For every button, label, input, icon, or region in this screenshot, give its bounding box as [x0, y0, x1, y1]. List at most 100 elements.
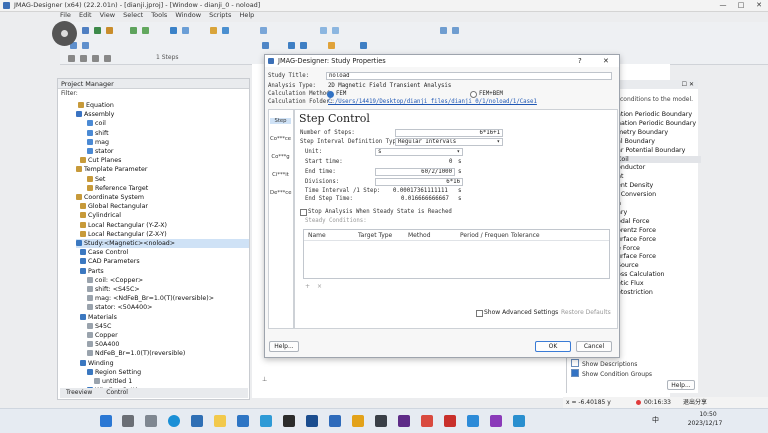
tree-item[interactable]: Reference Target	[87, 184, 148, 193]
divisions-input[interactable]: 6*16	[375, 178, 463, 186]
tree-item[interactable]: Case Control	[80, 248, 128, 257]
tree-item[interactable]: CAD Parameters	[80, 257, 140, 266]
tree-item[interactable]: stator: <50A400>	[87, 303, 152, 312]
tree-item[interactable]: Parts	[80, 267, 104, 276]
tree-item[interactable]: untitled 1	[94, 377, 132, 386]
search-icon[interactable]	[122, 415, 134, 427]
tree-item[interactable]: Local Rectangular (Z-X-Y)	[80, 230, 167, 239]
interval-type-select[interactable]: Regular Intervals ▾	[395, 138, 503, 146]
exit-share-button[interactable]: 退出分享	[683, 397, 707, 408]
pan-icon[interactable]	[452, 27, 459, 34]
run-icon[interactable]	[260, 27, 267, 34]
view-top-icon[interactable]	[332, 27, 339, 34]
remove-condition-button[interactable]: ×	[317, 283, 322, 290]
study-title-input[interactable]: noload	[326, 72, 612, 80]
tree-item[interactable]: shift: <S45C>	[87, 285, 140, 294]
condition-item[interactable]: urface Force	[617, 236, 656, 243]
input-language[interactable]: 中	[652, 415, 659, 425]
condition-item[interactable]: etic Flux	[617, 280, 644, 287]
chrome-icon[interactable]	[191, 415, 203, 427]
stop-icon[interactable]	[92, 55, 99, 62]
edge-icon[interactable]	[168, 415, 180, 427]
tree-item[interactable]: coil	[87, 119, 106, 128]
first-step-icon[interactable]	[68, 55, 75, 62]
condition-item[interactable]: ent Density	[617, 182, 653, 189]
condition-item[interactable]: metry Boundary	[617, 129, 668, 136]
tree-item[interactable]: Cut Planes	[80, 156, 121, 165]
tree-item[interactable]: S45C	[87, 322, 111, 331]
play-icon[interactable]	[104, 55, 111, 62]
explorer-icon[interactable]	[214, 415, 226, 427]
vector-icon[interactable]	[328, 42, 335, 49]
menu-edit[interactable]: Edit	[79, 11, 92, 19]
condition-item[interactable]: e Force	[617, 245, 640, 252]
category-step[interactable]: Step	[270, 118, 291, 124]
fem-radio[interactable]	[327, 91, 334, 98]
open-icon[interactable]	[94, 27, 101, 34]
num-steps-input[interactable]: 6*16+1	[395, 129, 503, 137]
filter-label[interactable]: Filter:	[58, 90, 249, 99]
clock-time[interactable]: 10:50	[688, 411, 728, 418]
task-view-icon[interactable]	[145, 415, 157, 427]
dialog-close-icon[interactable]: ✕	[603, 57, 609, 65]
tree-item[interactable]: Set	[87, 175, 105, 184]
stop-steady-checkbox[interactable]	[300, 209, 307, 216]
menu-tools[interactable]: Tools	[151, 11, 167, 19]
tab-control[interactable]: Control	[106, 389, 128, 396]
tree-item[interactable]: coil: <Copper>	[87, 276, 143, 285]
tree-item[interactable]: shift	[87, 129, 109, 138]
menu-file[interactable]: File	[60, 11, 71, 19]
contour-icon[interactable]	[300, 42, 307, 49]
start-icon[interactable]	[100, 415, 112, 427]
condition-item[interactable]: nation Periodic Boundary	[617, 120, 696, 127]
tree-item[interactable]: Cylindrical	[80, 211, 121, 220]
show-advanced-checkbox[interactable]	[476, 310, 483, 317]
zoom-icon[interactable]	[440, 27, 447, 34]
condition-item[interactable]: onductor	[617, 164, 645, 171]
app-icon-10[interactable]	[490, 415, 502, 427]
unit-select[interactable]: s ▾	[375, 148, 463, 156]
menu-scripts[interactable]: Scripts	[209, 11, 231, 19]
steady-conditions-table[interactable]: Name Target Type Method Period / Frequen…	[303, 229, 610, 279]
restore-defaults-button[interactable]: Restore Defaults	[561, 309, 611, 316]
tree-item[interactable]: Template Parameter	[76, 165, 148, 174]
condition-item[interactable]: oss Calculation	[617, 271, 665, 278]
new-icon[interactable]	[82, 27, 89, 34]
results-icon[interactable]	[262, 42, 269, 49]
femben-radio[interactable]	[470, 91, 477, 98]
store-icon[interactable]	[237, 415, 249, 427]
select-part-icon[interactable]	[82, 42, 89, 49]
prev-step-icon[interactable]	[80, 55, 87, 62]
tree-item[interactable]: Local Rectangular (Y-Z-X)	[80, 221, 167, 230]
mesh-icon[interactable]	[142, 27, 149, 34]
minimize-button[interactable]: —	[714, 0, 732, 11]
jmag-taskbar-icon[interactable]	[375, 415, 387, 427]
ok-button[interactable]: OK	[535, 341, 571, 352]
condition-item[interactable]: Coil	[611, 155, 701, 163]
add-condition-button[interactable]: +	[305, 283, 310, 290]
category-circuit[interactable]: Ci***it	[270, 172, 291, 178]
material-icon[interactable]	[182, 27, 189, 34]
condition-item[interactable]: l Conversion	[617, 191, 656, 198]
tree-item[interactable]: Study:<Magnetic><noload>	[76, 239, 249, 248]
category-convergence[interactable]: Co***ce	[270, 136, 291, 142]
app-icon-3[interactable]	[306, 415, 318, 427]
condition-item[interactable]: odal Force	[617, 218, 650, 225]
clock-date[interactable]: 2023/12/17	[680, 420, 730, 427]
app-icon-4[interactable]	[329, 415, 341, 427]
app-icon-6[interactable]	[398, 415, 410, 427]
show-descriptions-checkbox[interactable]: Show Descriptions	[571, 359, 637, 368]
geometry-icon[interactable]	[130, 27, 137, 34]
view-front-icon[interactable]	[320, 27, 327, 34]
tree-item[interactable]: mag: <NdFeB_Br=1.0(T)(reversible)>	[87, 294, 214, 303]
cancel-button[interactable]: Cancel	[576, 341, 612, 352]
save-icon[interactable]	[106, 27, 113, 34]
flux-icon[interactable]	[360, 42, 367, 49]
show-condition-groups-checkbox[interactable]: Show Condition Groups	[571, 369, 652, 378]
category-conditions[interactable]: Co***g	[270, 154, 291, 160]
menu-view[interactable]: View	[100, 11, 115, 19]
calc-folder-link[interactable]: C:/Users/14419/Desktop/dianji_files/dian…	[328, 99, 537, 105]
tree-item[interactable]: NdFeB_Br=1.0(T)(reversible)	[87, 349, 185, 358]
app-icon-1[interactable]	[260, 415, 272, 427]
help-icon[interactable]: ?	[578, 57, 582, 65]
